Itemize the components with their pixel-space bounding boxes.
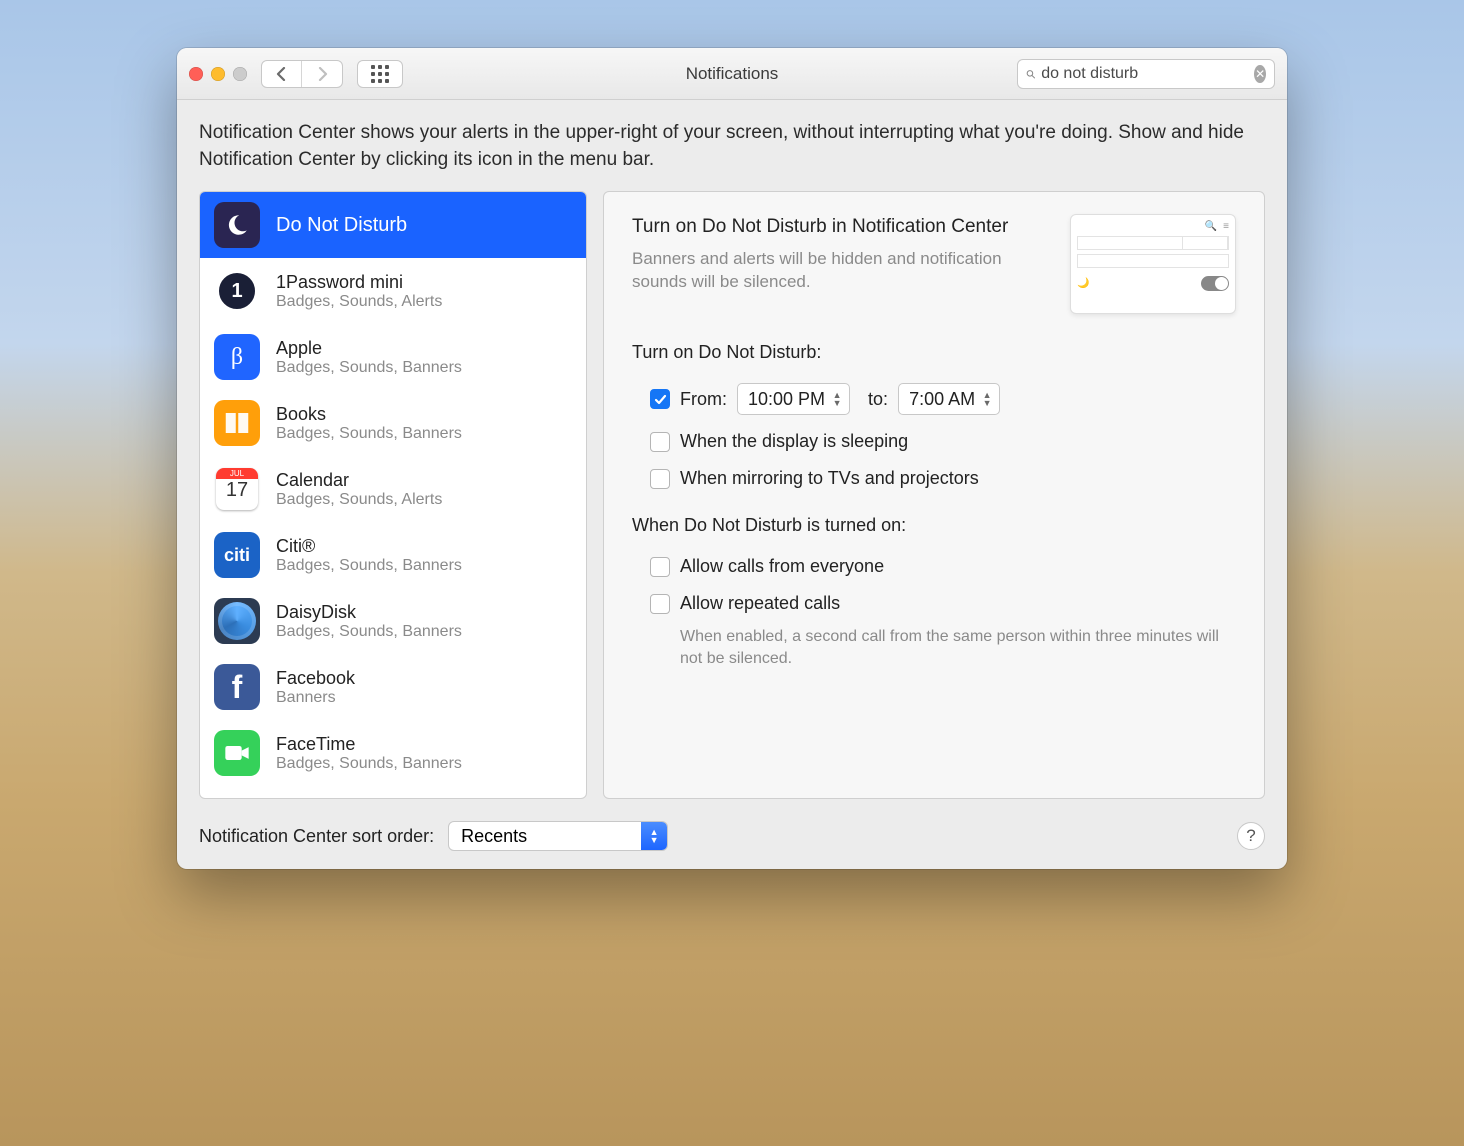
- from-stepper[interactable]: ▲▼: [829, 391, 845, 407]
- allow-repeated-label: Allow repeated calls: [680, 593, 840, 614]
- sidebar-item-sublabel: Badges, Sounds, Banners: [276, 557, 462, 575]
- to-stepper[interactable]: ▲▼: [979, 391, 995, 407]
- sidebar-item-label: DaisyDisk: [276, 602, 462, 623]
- sidebar-item-do-not-disturb[interactable]: Do Not Disturb: [200, 192, 586, 258]
- mirroring-checkbox[interactable]: [650, 469, 670, 489]
- chevron-down-icon: ▼: [979, 399, 995, 407]
- help-button[interactable]: ?: [1237, 822, 1265, 850]
- sidebar-item-apple[interactable]: β AppleBadges, Sounds, Banners: [200, 324, 586, 390]
- close-window-button[interactable]: [189, 67, 203, 81]
- sidebar-item-label: Books: [276, 404, 462, 425]
- minimize-window-button[interactable]: [211, 67, 225, 81]
- sidebar-item-books[interactable]: BooksBadges, Sounds, Banners: [200, 390, 586, 456]
- mirroring-label: When mirroring to TVs and projectors: [680, 468, 979, 489]
- fb-icon: f: [214, 664, 260, 710]
- grid-icon: [371, 65, 389, 83]
- sidebar-item-1password-mini[interactable]: 1 1Password miniBadges, Sounds, Alerts: [200, 258, 586, 324]
- window-controls: [189, 67, 247, 81]
- moon-icon: 🌙: [1077, 278, 1089, 289]
- footer-row: Notification Center sort order: Recents …: [199, 799, 1265, 851]
- sidebar-item-facebook[interactable]: f FacebookBanners: [200, 654, 586, 720]
- intro-text: Notification Center shows your alerts in…: [199, 120, 1265, 173]
- back-button[interactable]: [262, 61, 302, 87]
- schedule-row: From: 10:00 PM ▲▼ to: 7:00 AM ▲▼: [632, 375, 1236, 423]
- display-sleeping-label: When the display is sleeping: [680, 431, 908, 452]
- ft-icon: [214, 730, 260, 776]
- beta-icon: β: [214, 334, 260, 380]
- sort-order-select[interactable]: Recents ▲▼: [448, 821, 668, 851]
- sidebar-item-label: Do Not Disturb: [276, 214, 407, 237]
- sidebar-item-daisydisk[interactable]: DaisyDiskBadges, Sounds, Banners: [200, 588, 586, 654]
- allow-calls-checkbox[interactable]: [650, 557, 670, 577]
- detail-pane: Turn on Do Not Disturb in Notification C…: [603, 191, 1265, 799]
- section-schedule-title: Turn on Do Not Disturb:: [632, 342, 1236, 363]
- 1p-icon: 1: [214, 268, 260, 314]
- to-time-input[interactable]: 7:00 AM ▲▼: [898, 383, 1000, 415]
- sidebar-item-label: Facebook: [276, 668, 355, 689]
- search-field[interactable]: ✕: [1017, 59, 1275, 89]
- repeated-calls-hint: When enabled, a second call from the sam…: [632, 622, 1236, 669]
- search-input[interactable]: [1041, 65, 1248, 83]
- sidebar-item-sublabel: Badges, Sounds, Banners: [276, 425, 462, 443]
- app-list[interactable]: Do Not Disturb11Password miniBadges, Sou…: [199, 191, 587, 799]
- sort-order-label: Notification Center sort order:: [199, 826, 434, 847]
- daisy-icon: [214, 598, 260, 644]
- sidebar-item-label: Calendar: [276, 470, 442, 491]
- moon-icon: [214, 202, 260, 248]
- search-icon: 🔍: [1205, 221, 1217, 232]
- allow-repeated-checkbox[interactable]: [650, 594, 670, 614]
- sidebar-item-label: 1Password mini: [276, 272, 442, 293]
- sidebar-item-sublabel: Banners: [276, 689, 355, 707]
- detail-title: Turn on Do Not Disturb in Notification C…: [632, 214, 1050, 240]
- content-area: Notification Center shows your alerts in…: [177, 100, 1287, 869]
- sidebar-item-label: Apple: [276, 338, 462, 359]
- toggle-icon: [1201, 276, 1229, 291]
- books-icon: [214, 400, 260, 446]
- display-sleeping-checkbox[interactable]: [650, 432, 670, 452]
- sidebar-item-sublabel: Badges, Sounds, Banners: [276, 755, 462, 773]
- sidebar-item-calendar[interactable]: JUL17 CalendarBadges, Sounds, Alerts: [200, 456, 586, 522]
- sidebar-item-citi-[interactable]: citi Citi®Badges, Sounds, Banners: [200, 522, 586, 588]
- preferences-window: Notifications ✕ Notification Center show…: [177, 48, 1287, 869]
- notification-center-preview: 🔍 ≡ 🌙: [1070, 214, 1236, 314]
- cal-icon: JUL17: [214, 466, 260, 512]
- search-icon: [1026, 67, 1035, 81]
- clear-search-button[interactable]: ✕: [1254, 65, 1266, 83]
- sidebar-item-sublabel: Badges, Sounds, Alerts: [276, 491, 442, 509]
- sidebar-item-facetime[interactable]: FaceTimeBadges, Sounds, Banners: [200, 720, 586, 786]
- to-label: to:: [868, 389, 888, 410]
- sidebar-item-sublabel: Badges, Sounds, Banners: [276, 623, 462, 641]
- sidebar-item-sublabel: Badges, Sounds, Banners: [276, 359, 462, 377]
- from-time-value: 10:00 PM: [748, 389, 825, 410]
- to-time-value: 7:00 AM: [909, 389, 975, 410]
- chevron-down-icon: ▼: [829, 399, 845, 407]
- sidebar-item-sublabel: Badges, Sounds, Alerts: [276, 293, 442, 311]
- show-all-button[interactable]: [357, 60, 403, 88]
- forward-button[interactable]: [302, 61, 342, 87]
- select-handle-icon: ▲▼: [641, 822, 667, 850]
- sidebar-item-label: Citi®: [276, 536, 462, 557]
- zoom-window-button[interactable]: [233, 67, 247, 81]
- citi-icon: citi: [214, 532, 260, 578]
- sort-order-value: Recents: [461, 826, 527, 847]
- section-when-on-title: When Do Not Disturb is turned on:: [632, 515, 1236, 536]
- from-checkbox[interactable]: [650, 389, 670, 409]
- allow-calls-label: Allow calls from everyone: [680, 556, 884, 577]
- detail-subtitle: Banners and alerts will be hidden and no…: [632, 248, 1050, 294]
- list-icon: ≡: [1223, 221, 1229, 232]
- from-label: From:: [680, 389, 727, 410]
- titlebar: Notifications ✕: [177, 48, 1287, 100]
- sidebar-item-label: FaceTime: [276, 734, 462, 755]
- from-time-input[interactable]: 10:00 PM ▲▼: [737, 383, 850, 415]
- nav-back-forward: [261, 60, 343, 88]
